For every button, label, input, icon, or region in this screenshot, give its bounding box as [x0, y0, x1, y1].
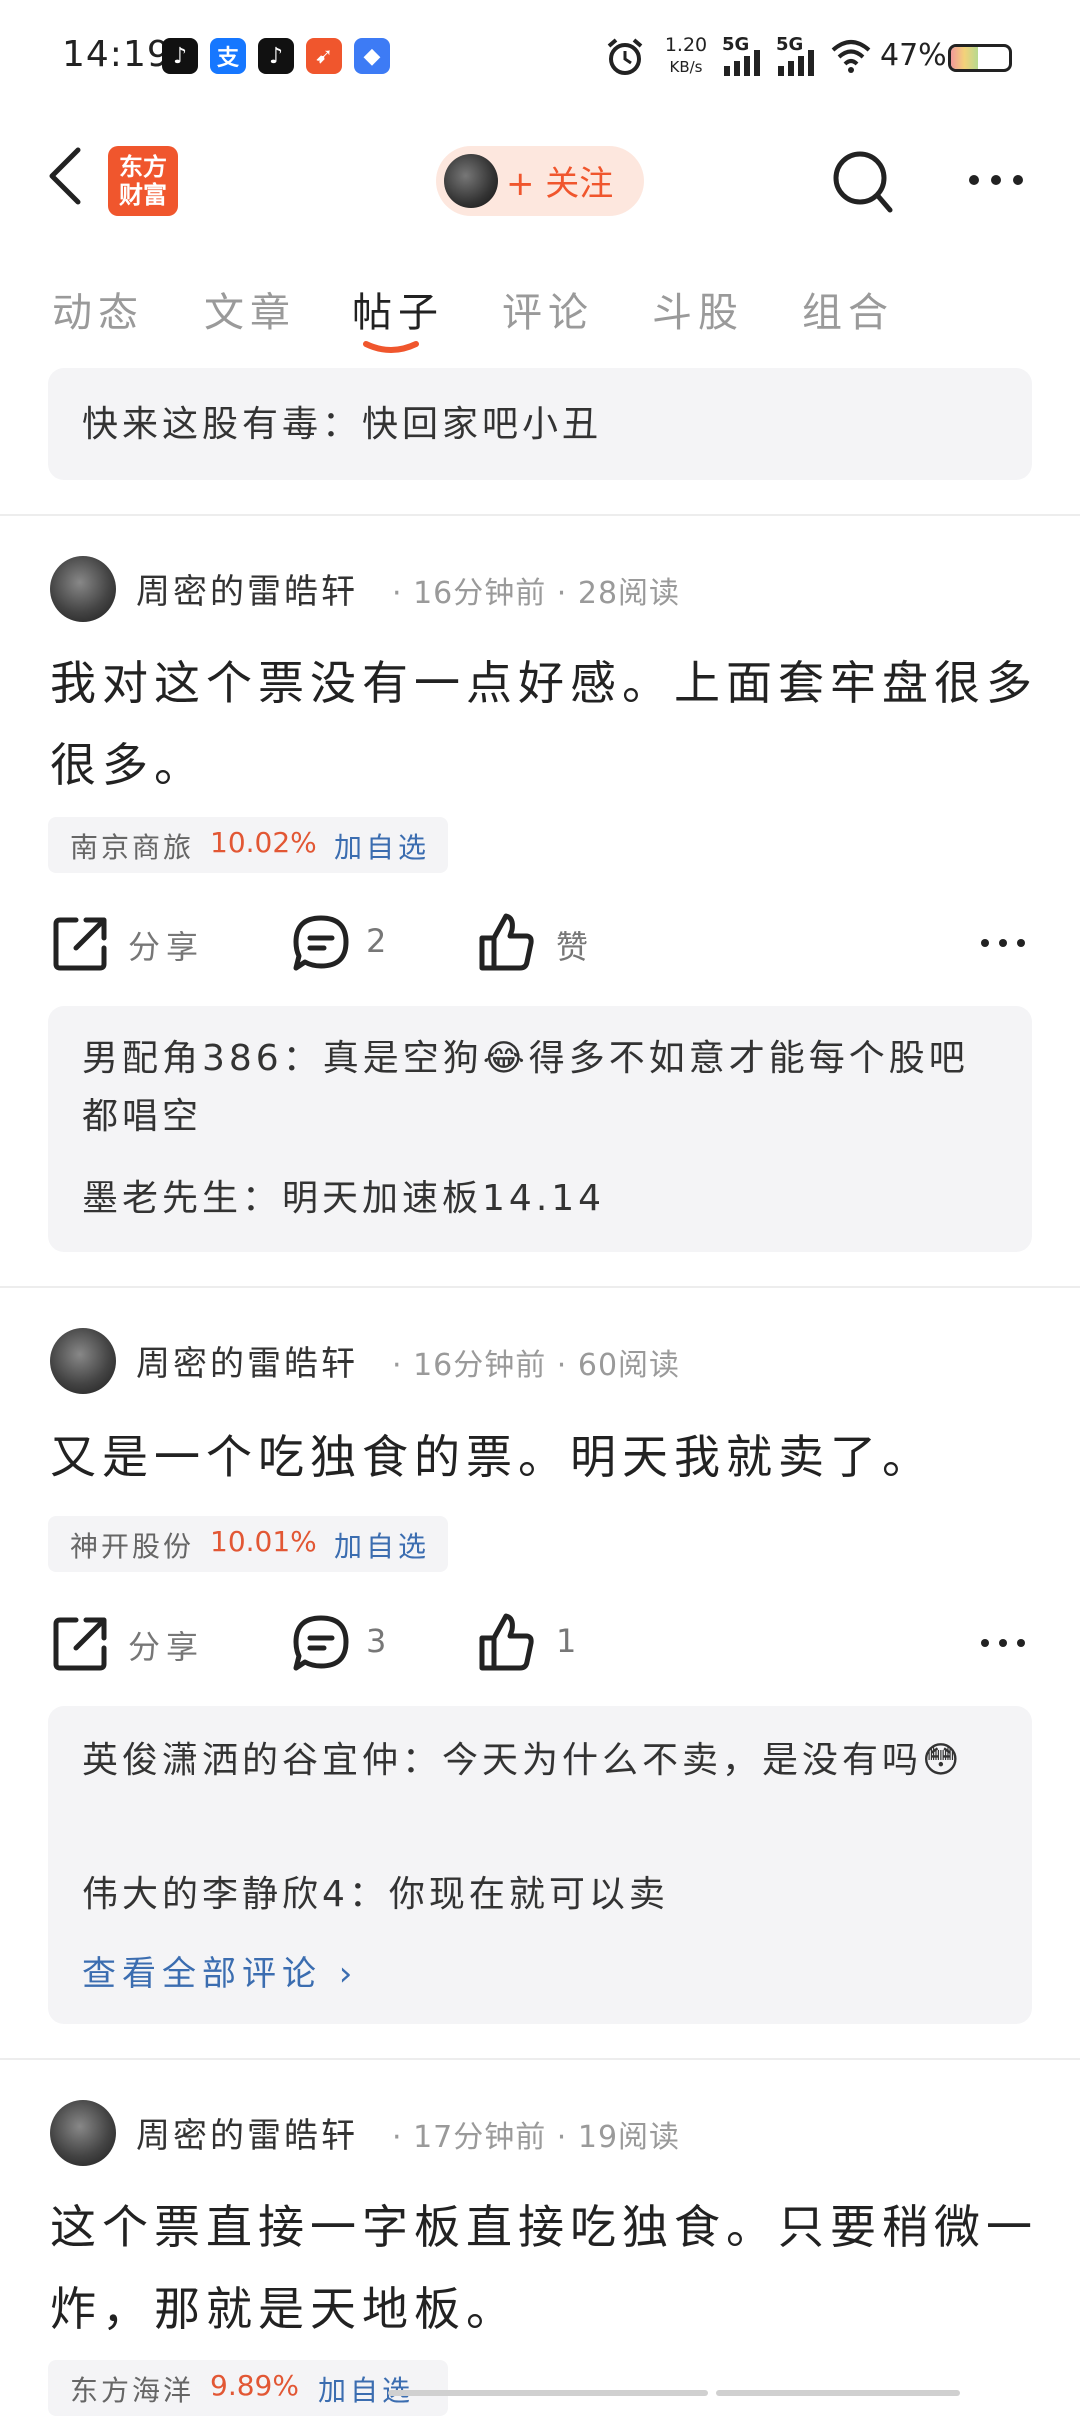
post-author-avatar[interactable]	[50, 2100, 116, 2166]
stock-name: 东方海洋	[70, 2374, 195, 2407]
divider	[0, 1286, 1080, 1288]
like-label[interactable]: 赞	[556, 922, 594, 968]
signal-bars-icon-2	[778, 50, 814, 76]
follow-label: + 关注	[506, 164, 614, 204]
comment-author: 英俊潇洒的谷宜仲	[82, 1740, 403, 1781]
comment-author: 男配角386	[82, 1038, 283, 1079]
comment-author: 快来这股有毒	[82, 404, 323, 445]
alipay-icon: 支	[210, 38, 246, 74]
battery-percent: 47%	[880, 38, 947, 73]
alarm-icon	[607, 38, 643, 75]
post-content[interactable]: 又是一个吃独食的票。明天我就卖了。	[50, 1416, 1040, 1498]
comment-author: 墨老先生	[82, 1178, 243, 1219]
post-author-name[interactable]: 周密的雷皓轩	[136, 1336, 358, 1385]
add-watchlist-button[interactable]: 加自选	[334, 826, 430, 866]
comment-text: ：今天为什么不卖，是没有吗😳	[402, 1740, 964, 1781]
comment-line[interactable]: 男配角386：真是空狗😂得多不如意才能每个股吧都唱空	[82, 1030, 1008, 1146]
view-all-comments-link[interactable]: 查看全部评论 ›	[82, 1946, 358, 1995]
network-speed: 1.20 KB/s	[664, 34, 708, 76]
share-label[interactable]: 分享	[128, 1622, 204, 1668]
like-icon[interactable]	[476, 1612, 536, 1672]
post-content[interactable]: 我对这个票没有一点好感。上面套牢盘很多很多。	[50, 642, 1040, 806]
share-icon[interactable]	[52, 1614, 110, 1672]
app-notify-icon: ➹	[306, 38, 342, 74]
comment-text: ：你现在就可以卖	[348, 1874, 669, 1915]
comment-text: ：快回家吧小丑	[322, 404, 603, 445]
divider	[0, 2058, 1080, 2060]
tiktok-icon: ♪	[258, 38, 294, 74]
comment-line[interactable]: 墨老先生：明天加速板14.14	[82, 1170, 1008, 1228]
douyin-icon: ♪	[162, 38, 198, 74]
wifi-icon	[831, 40, 871, 73]
tab-portfolio[interactable]: 组合	[802, 280, 894, 338]
post-author-name[interactable]: 周密的雷皓轩	[136, 2108, 358, 2157]
stock-change: 9.89%	[210, 2369, 299, 2402]
active-tab-indicator	[363, 341, 419, 353]
share-label[interactable]: 分享	[128, 922, 204, 968]
comment-count[interactable]: 3	[366, 1622, 392, 1660]
tab-comments[interactable]: 评论	[502, 280, 594, 338]
scroll-indicator	[388, 2390, 708, 2396]
browser-icon: ◆	[354, 38, 390, 74]
stock-name: 南京商旅	[70, 831, 195, 864]
search-icon[interactable]	[830, 148, 894, 218]
tab-stock-battle[interactable]: 斗股	[652, 280, 744, 338]
app-logo: 东方 财富	[108, 146, 178, 216]
status-time: 14:19	[62, 34, 171, 75]
tab-dynamics[interactable]: 动态	[52, 280, 144, 338]
status-bar: 14:19 ♪ 支 ♪ ➹ ◆ 1.20 KB/s 5G 5G 47%	[0, 0, 1080, 120]
like-icon[interactable]	[476, 912, 536, 972]
back-arrow-icon[interactable]	[46, 146, 86, 206]
comment-icon[interactable]	[292, 914, 350, 972]
comment-icon[interactable]	[292, 1614, 350, 1672]
comment-line[interactable]: 英俊潇洒的谷宜仲：今天为什么不卖，是没有吗😳	[82, 1732, 1008, 1790]
comment-count[interactable]: 2	[366, 922, 392, 960]
post-content[interactable]: 这个票直接一字板直接吃独食。只要稍微一炸，那就是天地板。	[50, 2186, 1040, 2350]
comment-author: 伟大的李静欣4	[82, 1874, 349, 1915]
signal-bars-icon	[724, 50, 760, 76]
author-avatar-small	[444, 154, 498, 208]
post-author-avatar[interactable]	[50, 556, 116, 622]
post-meta: · 17分钟前 · 19阅读	[392, 2120, 681, 2155]
post-author-name[interactable]: 周密的雷皓轩	[136, 564, 358, 613]
scroll-indicator	[716, 2390, 960, 2396]
stock-name: 神开股份	[70, 1530, 195, 1563]
post-meta: · 16分钟前 · 28阅读	[392, 576, 681, 611]
comment-line[interactable]: 快来这股有毒：快回家吧小丑	[82, 396, 602, 454]
comment-line[interactable]: 伟大的李静欣4：你现在就可以卖	[82, 1866, 1008, 1924]
more-options-icon[interactable]	[966, 172, 1026, 188]
add-watchlist-button[interactable]: 加自选	[334, 1525, 430, 1565]
add-watchlist-button[interactable]: 加自选	[318, 2369, 414, 2409]
post-author-avatar[interactable]	[50, 1328, 116, 1394]
tab-articles[interactable]: 文章	[204, 280, 296, 338]
share-icon[interactable]	[52, 914, 110, 972]
divider	[0, 514, 1080, 516]
tab-posts[interactable]: 帖子	[352, 280, 444, 338]
stock-change: 10.02%	[210, 826, 317, 859]
post-meta: · 16分钟前 · 60阅读	[392, 1348, 681, 1383]
post-more-icon[interactable]	[980, 938, 1026, 948]
comment-text: ：明天加速板14.14	[242, 1178, 606, 1219]
like-count[interactable]: 1	[556, 1622, 582, 1660]
battery-icon	[948, 44, 1012, 72]
stock-change: 10.01%	[210, 1525, 317, 1558]
post-more-icon[interactable]	[980, 1638, 1026, 1648]
